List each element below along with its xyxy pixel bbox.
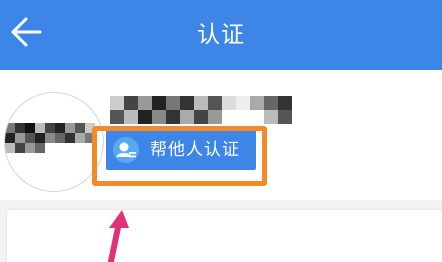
back-button[interactable] bbox=[8, 12, 48, 52]
pixelated-avatar bbox=[5, 123, 95, 153]
pointer-arrow-icon bbox=[107, 210, 129, 262]
page-title: 认证 bbox=[197, 22, 245, 48]
highlight-box bbox=[92, 126, 267, 186]
app-bar: 认证 bbox=[0, 0, 442, 70]
arrow-left-icon bbox=[11, 17, 42, 47]
auth-screen: 认证 帮他人认证 bbox=[0, 0, 442, 262]
content-card bbox=[7, 210, 442, 262]
avatar bbox=[4, 92, 104, 192]
pixelated-username bbox=[110, 96, 292, 124]
